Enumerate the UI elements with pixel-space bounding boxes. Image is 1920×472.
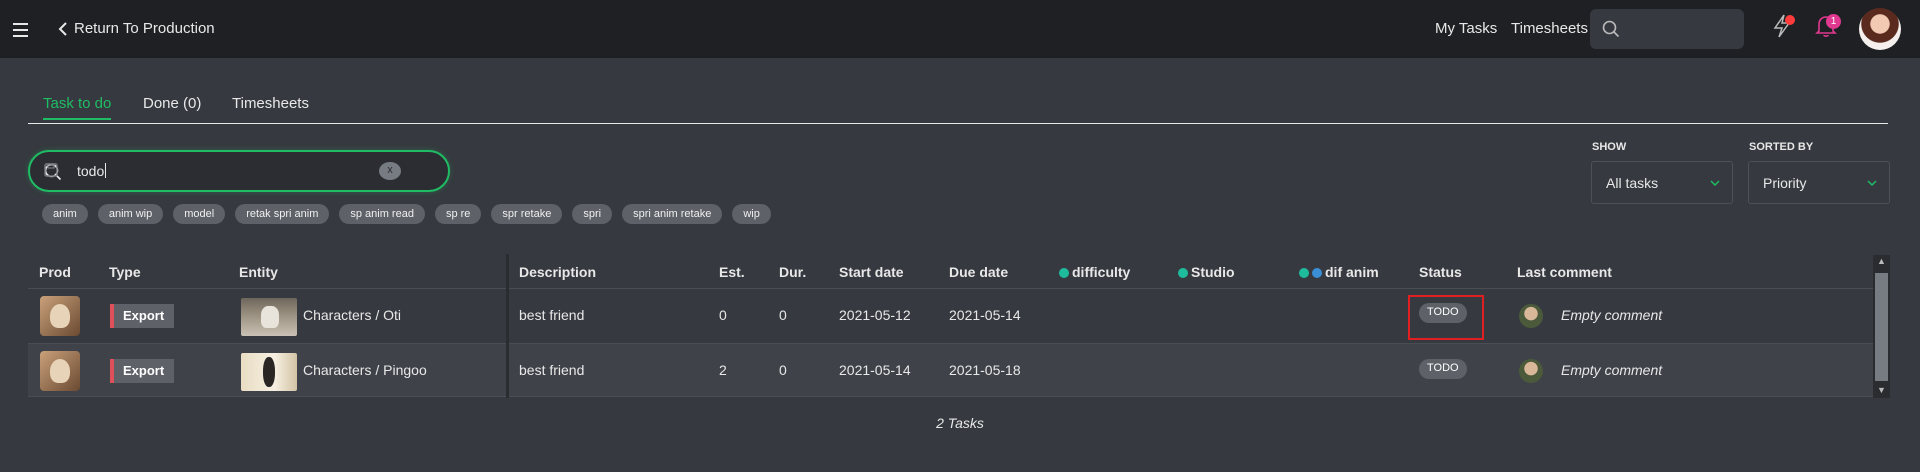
due-date-cell: 2021-05-18 [949,362,1021,378]
col-status[interactable]: Status [1419,264,1462,280]
col-type[interactable]: Type [109,264,141,280]
chip-sp-anim-read[interactable]: sp anim read [339,204,425,224]
last-comment-text: Empty comment [1561,362,1663,378]
production-thumbnail[interactable] [40,351,80,391]
comment-author-avatar [1519,304,1543,328]
sorted-by-select-value: Priority [1763,175,1807,191]
col-due-date[interactable]: Due date [949,264,1008,280]
col-dur[interactable]: Dur. [779,264,806,280]
task-type-tag[interactable]: Export [110,304,175,328]
tasks-count: 2 Tasks [936,415,984,431]
entity-name[interactable]: Characters / Pingoo [303,362,427,378]
clear-filter-button[interactable]: x [379,162,401,180]
description-cell: best friend [519,307,585,323]
dur-cell: 0 [779,362,787,378]
comment-author-avatar [1519,359,1543,383]
est-cell: 2 [719,362,727,378]
start-date-cell: 2021-05-14 [839,362,911,378]
save-icon[interactable] [44,163,58,177]
col-prod[interactable]: Prod [39,264,71,280]
table-scrollbar[interactable]: ▲ ▼ [1873,255,1890,398]
start-date-cell: 2021-05-12 [839,307,911,323]
production-thumbnail[interactable] [40,296,80,336]
timesheets-link[interactable]: Timesheets [1511,20,1588,37]
lightning-alert-dot [1785,15,1795,25]
search-icon [1602,20,1620,38]
col-description[interactable]: Description [519,264,596,280]
chevron-down-icon [1710,180,1720,186]
est-cell: 0 [719,307,727,323]
hamburger-menu-icon[interactable] [13,23,28,37]
tab-task-to-do[interactable]: Task to do [43,95,112,120]
dif-anim-color-dot-2 [1312,268,1322,278]
col-last-comment[interactable]: Last comment [1517,264,1612,280]
col-difficulty[interactable]: difficulty [1059,264,1130,280]
chip-spr-retake[interactable]: spr retake [491,204,563,224]
dif-anim-color-dot [1299,268,1309,278]
col-entity[interactable]: Entity [239,264,278,280]
dur-cell: 0 [779,307,787,323]
tab-bar: Task to do Done (0) Timesheets [28,95,1888,124]
filter-value[interactable]: todo [77,163,106,179]
col-dif-anim[interactable]: dif anim [1299,264,1379,280]
entity-name[interactable]: Characters / Oti [303,307,401,323]
table-row[interactable]: Export Characters / Pingoo best friend 2… [28,343,1873,397]
chip-anim[interactable]: anim [42,204,88,224]
chip-spri-anim-retake[interactable]: spri anim retake [622,204,723,224]
chevron-left-icon [58,21,67,36]
task-type-tag[interactable]: Export [110,359,175,383]
col-difficulty-label: difficulty [1072,264,1131,280]
show-select[interactable]: All tasks [1591,161,1733,204]
studio-color-dot [1178,268,1188,278]
my-tasks-link[interactable]: My Tasks [1435,20,1497,37]
chevron-down-icon [1867,180,1877,186]
user-avatar[interactable] [1859,8,1901,50]
status-badge[interactable]: TODO [1419,359,1467,379]
sorted-by-select[interactable]: Priority [1748,161,1890,204]
col-studio[interactable]: Studio [1178,264,1235,280]
chip-anim-wip[interactable]: anim wip [97,204,164,224]
chip-sp-re[interactable]: sp re [434,204,482,224]
task-filter-input[interactable]: todo x [28,150,450,192]
entity-thumbnail[interactable] [241,298,297,336]
chip-model[interactable]: model [173,204,226,224]
chip-wip[interactable]: wip [732,204,771,224]
entity-thumbnail[interactable] [241,353,297,391]
saved-search-chips: anim anim wip model retak spri anim sp a… [42,204,771,224]
scrollbar-thumb[interactable] [1875,273,1888,381]
top-bar: Return To Production My Tasks Timesheets… [0,0,1920,58]
col-dif-anim-label: dif anim [1325,264,1379,280]
global-search-input[interactable] [1590,9,1744,49]
last-comment-text: Empty comment [1561,307,1663,323]
notification-badge: 1 [1826,14,1841,29]
return-to-production-link[interactable]: Return To Production [58,20,215,37]
col-studio-label: Studio [1191,264,1235,280]
return-to-production-label: Return To Production [74,20,215,37]
task-table: Prod Type Entity Description Est. Dur. S… [28,254,1873,398]
col-start-date[interactable]: Start date [839,264,904,280]
scroll-up-icon[interactable]: ▲ [1877,256,1886,266]
show-label: SHOW [1592,141,1627,153]
tab-done[interactable]: Done (0) [143,95,201,118]
scroll-down-icon[interactable]: ▼ [1877,385,1886,395]
difficulty-color-dot [1059,268,1069,278]
tab-timesheets[interactable]: Timesheets [232,95,309,118]
col-est[interactable]: Est. [719,264,745,280]
sorted-by-label: SORTED BY [1749,141,1814,153]
status-badge[interactable]: TODO [1419,303,1467,323]
show-select-value: All tasks [1606,175,1659,191]
due-date-cell: 2021-05-14 [949,307,1021,323]
frozen-column-divider[interactable] [506,254,509,398]
chip-retak-spri-anim[interactable]: retak spri anim [235,204,330,224]
table-row[interactable]: Export Characters / Oti best friend 0 0 … [28,288,1873,342]
chip-spri[interactable]: spri [572,204,613,224]
description-cell: best friend [519,362,585,378]
